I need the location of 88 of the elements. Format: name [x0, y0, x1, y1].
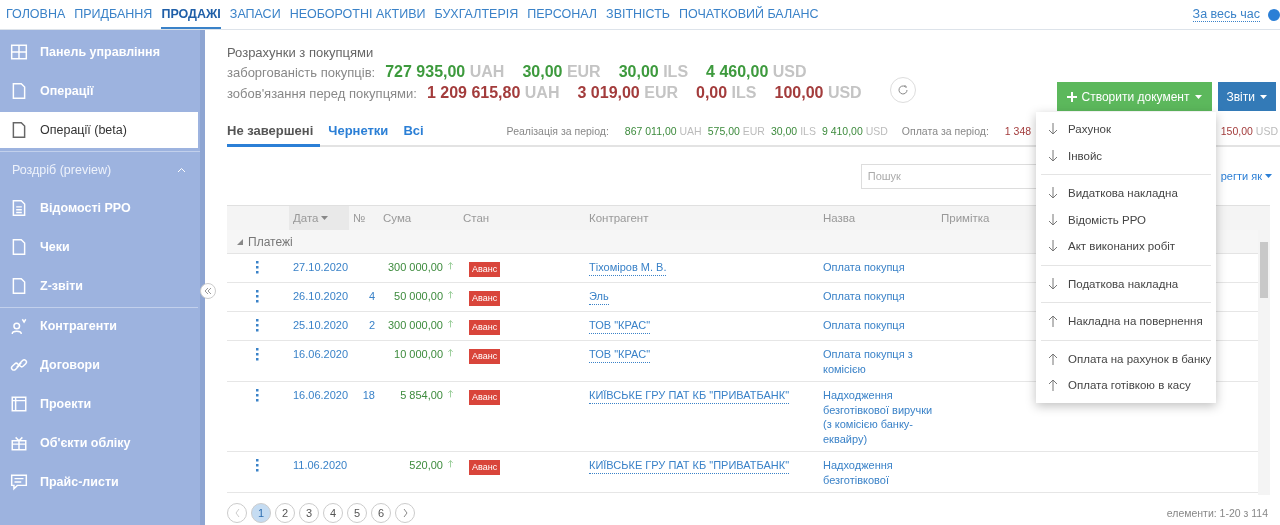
- column-header[interactable]: Контрагент: [585, 206, 819, 230]
- column-header[interactable]: Назва: [819, 206, 937, 230]
- amount: 1 209 615,80 UAH: [426, 84, 560, 102]
- amount-cell: 50 000,00: [394, 289, 443, 304]
- number-cell: 4: [368, 289, 375, 304]
- create-document-button[interactable]: Створити документ: [1056, 82, 1212, 111]
- name-link[interactable]: Оплата покупця: [823, 289, 905, 304]
- nav-tab[interactable]: ЗАПАСИ: [229, 0, 281, 29]
- date-link[interactable]: 25.10.2020: [293, 318, 349, 333]
- sidebar-item[interactable]: Операції (beta): [0, 112, 198, 148]
- menu-item[interactable]: Відомість РРО: [1036, 206, 1216, 233]
- summary-label: зобов'язання перед покупцями:: [227, 86, 417, 101]
- payments-label: Оплата за період:: [901, 125, 989, 137]
- date-link[interactable]: 27.10.2020: [293, 260, 349, 275]
- amount-cell: 300 000,00: [387, 260, 443, 275]
- counterparty-link[interactable]: КИЇВСЬКЕ ГРУ ПАТ КБ "ПРИВАТБАНК": [589, 388, 790, 404]
- amount: 30,00 ILS: [770, 125, 816, 137]
- amount: 3 019,00 EUR: [577, 84, 678, 102]
- page-button[interactable]: 3: [299, 503, 319, 523]
- summary-label: заборгованість покупців:: [227, 65, 376, 80]
- menu-item[interactable]: Оплата на рахунок в банку: [1036, 345, 1216, 372]
- number-cell: 18: [362, 388, 375, 403]
- group-label: Платежі: [248, 234, 293, 249]
- name-link[interactable]: Оплата покупця: [823, 260, 905, 275]
- amount: 9 410,00 USD: [821, 125, 888, 137]
- nav-tab[interactable]: ПЕРСОНАЛ: [527, 0, 598, 29]
- tab[interactable]: Чернетки: [328, 117, 396, 147]
- status-badge: Аванс: [469, 349, 501, 364]
- name-link[interactable]: Оплата покупця: [823, 318, 905, 333]
- amount-cell: 5 854,00: [400, 388, 443, 403]
- counterparty-link[interactable]: КИЇВСЬКЕ ГРУ ПАТ КБ "ПРИВАТБАНК": [589, 458, 790, 474]
- status-badge: Аванс: [469, 262, 501, 277]
- number-cell: 2: [368, 318, 375, 333]
- menu-item[interactable]: Накладна на повернення: [1036, 308, 1216, 335]
- nav-tab[interactable]: ГОЛОВНА: [6, 0, 66, 29]
- nav-tab[interactable]: БУХГАЛТЕРІЯ: [434, 0, 519, 29]
- reports-button[interactable]: Звіти: [1217, 82, 1276, 111]
- page-button[interactable]: 5: [347, 503, 367, 523]
- amount: 4 460,00 USD: [706, 63, 807, 81]
- page-button[interactable]: 2: [275, 503, 295, 523]
- item-count: елементи: 1-20 з 114: [1166, 507, 1268, 519]
- amount: 1 348: [1004, 125, 1032, 137]
- nav-tab[interactable]: НЕОБОРОТНІ АКТИВИ: [289, 0, 426, 29]
- sales-label: Реалізація за період:: [506, 125, 609, 137]
- amount: 100,00 USD: [774, 84, 862, 102]
- amount: 0,00 ILS: [696, 84, 757, 102]
- date-link[interactable]: 11.06.2020: [293, 458, 348, 473]
- tab[interactable]: Не завершені: [227, 117, 321, 147]
- amount-cell: 520,00: [409, 458, 443, 473]
- amount: 867 011,00 UAH: [624, 125, 702, 137]
- column-header[interactable]: Сума: [379, 206, 459, 230]
- period-link[interactable]: За весь час: [1192, 7, 1260, 22]
- nav-tab[interactable]: ПОЧАТКОВИЙ БАЛАНС: [679, 0, 819, 29]
- amount: 30,00 ILS: [618, 63, 689, 81]
- date-link[interactable]: 16.06.2020: [293, 388, 349, 403]
- status-badge: Аванс: [469, 460, 501, 475]
- page-button[interactable]: 4: [323, 503, 343, 523]
- name-link[interactable]: Надходження безготівкової: [823, 458, 933, 487]
- summary-title: Розрахунки з покупцями: [227, 45, 375, 60]
- menu-item[interactable]: Оплата готівкою в касу: [1036, 372, 1216, 399]
- counterparty-link[interactable]: ТОВ "КРАС": [589, 347, 651, 363]
- nav-tab[interactable]: ЗВІТНІСТЬ: [606, 0, 671, 29]
- name-link[interactable]: Надходження безготівкової виручки (з комісією банку-еквайру): [823, 388, 933, 446]
- column-header[interactable]: Дата: [289, 206, 349, 230]
- nav-tab[interactable]: ПРИДБАННЯ: [74, 0, 153, 29]
- counterparty-link[interactable]: ТОВ "КРАС": [589, 318, 651, 334]
- column-header[interactable]: №: [349, 206, 379, 230]
- page-button[interactable]: 1: [251, 503, 271, 523]
- amount-cell: 300 000,00: [387, 318, 443, 333]
- amount: 150,00 USD: [1220, 125, 1278, 137]
- tab[interactable]: Всі: [403, 117, 431, 147]
- status-badge: Аванс: [469, 320, 501, 335]
- column-header[interactable]: Стан: [459, 206, 585, 230]
- page-button[interactable]: 6: [371, 503, 391, 523]
- amount: 30,00 EUR: [522, 63, 601, 81]
- menu-item[interactable]: Податкова накладна: [1036, 270, 1216, 297]
- date-link[interactable]: 16.06.2020: [293, 347, 349, 362]
- counterparty-link[interactable]: Тіхоміров М. В.: [589, 260, 667, 276]
- counterparty-link[interactable]: Эль: [589, 289, 609, 305]
- status-badge: Аванс: [469, 291, 501, 306]
- status-badge: Аванс: [469, 390, 501, 405]
- amount: 575,00 EUR: [707, 125, 765, 137]
- amount-cell: 10 000,00: [394, 347, 443, 362]
- menu-item[interactable]: Рахунок: [1036, 116, 1216, 143]
- date-link[interactable]: 26.10.2020: [293, 289, 349, 304]
- amount: 727 935,00 UAH: [385, 63, 505, 81]
- save-as-link[interactable]: регти як: [1220, 170, 1272, 182]
- name-link[interactable]: Оплата покупця з комісією: [823, 347, 933, 376]
